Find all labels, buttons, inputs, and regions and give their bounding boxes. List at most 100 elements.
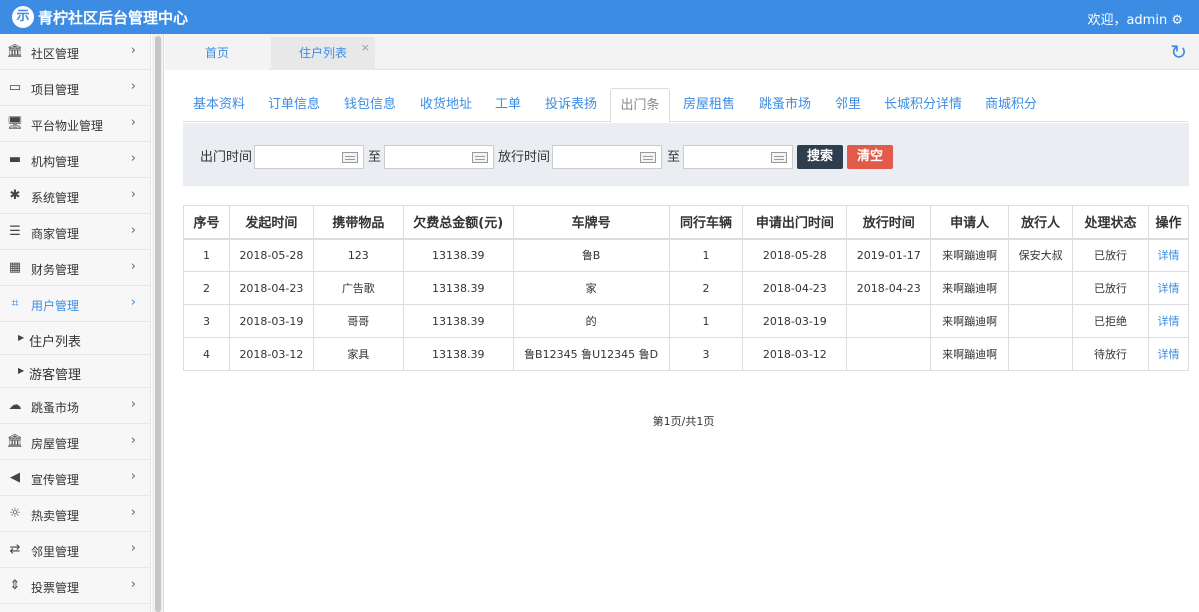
- calendar-icon[interactable]: [472, 152, 488, 163]
- chevron-right-icon: ›: [130, 577, 136, 592]
- release-time-label: 放行时间: [498, 150, 551, 165]
- table-cell: 2018-04-23: [742, 271, 848, 305]
- detail-link[interactable]: 详情: [1147, 304, 1190, 338]
- sidebar-subitem-0[interactable]: ▶ 住户列表: [0, 322, 150, 355]
- sidebar-item-2-items2[interactable]: ◀ 宣传管理 ›: [0, 460, 150, 496]
- detail-link[interactable]: 详情: [1147, 271, 1190, 305]
- sidebar-scrollbar[interactable]: [152, 34, 164, 612]
- column-header: 同行车辆: [668, 205, 744, 240]
- monitor-icon: 🖥: [6, 116, 24, 131]
- crop-icon: ⌗: [11, 296, 19, 311]
- release-time-start-input[interactable]: [552, 145, 662, 169]
- sidebar-item-4-items[interactable]: ✱ 系统管理 ›: [0, 178, 150, 214]
- sidebar-item-4-items2[interactable]: ⇄ 邻里管理 ›: [0, 532, 150, 568]
- table-cell: 2018-04-23: [228, 271, 314, 305]
- table-cell: 3: [183, 304, 230, 338]
- table-cell: 已放行: [1072, 271, 1149, 305]
- table-cell: [1008, 337, 1074, 371]
- clear-button[interactable]: 清空: [847, 145, 893, 169]
- sidebar-item-0-items2[interactable]: ☁ 跳蚤市场 ›: [0, 388, 150, 424]
- table-cell: 1: [668, 238, 744, 272]
- column-header: 车牌号: [512, 205, 670, 240]
- yelp-icon: ✱: [9, 188, 21, 203]
- detail-link[interactable]: 详情: [1147, 238, 1190, 272]
- subtab-8[interactable]: 跳蚤市场: [749, 88, 821, 122]
- table-row: 2 2018-04-23 广告歌 13138.39 家 2 2018-04-23 2018-0…: [183, 271, 1190, 305]
- tab-home[interactable]: 首页: [165, 37, 269, 70]
- cloud-icon: ☁: [8, 398, 22, 413]
- calendar-icon[interactable]: [771, 152, 787, 163]
- subtab-9[interactable]: 邻里: [824, 88, 872, 122]
- sidebar-item-5-items[interactable]: ☰ 商家管理 ›: [0, 214, 150, 250]
- table-cell: 已放行: [1072, 238, 1149, 272]
- sidebar-subitem-label: 游客管理: [29, 368, 82, 383]
- sidebar-item-5-items2[interactable]: ⇕ 投票管理 ›: [0, 568, 150, 604]
- search-button[interactable]: 搜索: [797, 145, 843, 169]
- column-header: 操作: [1147, 205, 1190, 240]
- welcome-user-menu[interactable]: 欢迎，admin ⚙: [1087, 9, 1183, 28]
- chevron-right-icon: ›: [130, 43, 136, 58]
- chevron-right-icon: ›: [130, 469, 136, 484]
- discover-card-icon: ▭: [8, 80, 22, 95]
- volume-icon: ◀: [10, 470, 20, 485]
- subtab-7[interactable]: 房屋租售: [673, 88, 745, 122]
- subtab-5[interactable]: 投诉表扬: [535, 88, 607, 122]
- subtab-6[interactable]: 出门条: [610, 88, 670, 123]
- column-header: 发起时间: [228, 205, 314, 240]
- detail-link[interactable]: 详情: [1147, 337, 1190, 371]
- sidebar-item-0-items[interactable]: 🏛 社区管理 ›: [0, 34, 150, 70]
- table-cell: 的: [512, 304, 670, 338]
- subtab-1[interactable]: 订单信息: [258, 88, 330, 122]
- table-cell: 保安大叔: [1008, 238, 1074, 272]
- table-cell: 13138.39: [402, 238, 514, 272]
- subtab-11[interactable]: 商城积分: [975, 88, 1047, 122]
- sidebar-item-label: 社区管理: [31, 47, 80, 61]
- sidebar-item-3-items[interactable]: ▬ 机构管理 ›: [0, 142, 150, 178]
- sidebar-item-2-items[interactable]: 🖥 平台物业管理 ›: [0, 106, 150, 142]
- sidebar-item-label: 房屋管理: [31, 437, 80, 451]
- table-cell: 2018-05-28: [228, 238, 314, 272]
- filter-panel: 出门时间 至 放行时间 至 搜索 清空: [183, 123, 1189, 186]
- table-cell: 4: [183, 337, 230, 371]
- exit-time-start-input[interactable]: [254, 145, 364, 169]
- subtab-3[interactable]: 收货地址: [410, 88, 482, 122]
- table-cell: 家: [512, 271, 670, 305]
- subtab-2[interactable]: 钱包信息: [334, 88, 406, 122]
- sidebar-item-1-items[interactable]: ▭ 项目管理 ›: [0, 70, 150, 106]
- range-to-label: 至: [667, 150, 681, 165]
- table-cell: 广告歌: [312, 271, 404, 305]
- subtab-0[interactable]: 基本资料: [183, 88, 255, 122]
- sidebar-item-label: 用户管理: [31, 299, 80, 313]
- sidebar-item-6-items[interactable]: ▦ 财务管理 ›: [0, 250, 150, 286]
- table-cell: 2018-04-23: [846, 271, 932, 305]
- column-header: 欠费总金额(元): [402, 205, 514, 240]
- sidebar-item-7-items[interactable]: ⌗ 用户管理 ›: [0, 286, 150, 322]
- table-cell: 2018-03-19: [742, 304, 848, 338]
- close-icon[interactable]: ×: [361, 31, 370, 64]
- table-cell: 来啊蹦迪啊: [930, 238, 1010, 272]
- scrollbar-thumb[interactable]: [155, 36, 161, 612]
- main-content: 基本资料 订单信息 钱包信息 收货地址 工单 投诉表扬 出门条 房屋租售 跳蚤市场 邻里 长城积分详…: [165, 70, 1199, 612]
- table-row: 3 2018-03-19 哥哥 13138.39 的 1 2018-03-19 来啊蹦迪啊 已拒…: [183, 304, 1190, 338]
- refresh-icon[interactable]: ↻: [1170, 40, 1187, 64]
- table-cell: 2018-03-12: [742, 337, 848, 371]
- calendar-icon[interactable]: [640, 152, 656, 163]
- retweet-icon: ⇄: [9, 542, 21, 557]
- release-time-end-input[interactable]: [683, 145, 793, 169]
- calendar-icon[interactable]: [342, 152, 358, 163]
- table-cell: 1: [183, 238, 230, 272]
- sidebar-item-3-items2[interactable]: ☼ 热卖管理 ›: [0, 496, 150, 532]
- sidebar-item-1-items2[interactable]: 🏛 房屋管理 ›: [0, 424, 150, 460]
- table-cell: 2018-03-12: [228, 337, 314, 371]
- tab-resident-list[interactable]: 住户列表 ×: [271, 37, 375, 70]
- table-cell: 3: [668, 337, 744, 371]
- subtab-4[interactable]: 工单: [485, 88, 531, 122]
- table-cell: 已拒绝: [1072, 304, 1149, 338]
- exit-time-end-input[interactable]: [384, 145, 494, 169]
- sidebar-item-label: 跳蚤市场: [31, 401, 80, 415]
- subtab-10[interactable]: 长城积分详情: [875, 88, 971, 122]
- column-header: 放行时间: [846, 205, 932, 240]
- sidebar: 🏛 社区管理 › ▭ 项目管理 › 🖥 平台物业管理 › ▬ 机构管理 › ✱ 系统管理 › ☰ 商家管理 › ▦ 财…: [0, 34, 151, 612]
- sidebar-subitem-1[interactable]: ▶ 游客管理: [0, 355, 150, 388]
- table-cell: [846, 304, 932, 338]
